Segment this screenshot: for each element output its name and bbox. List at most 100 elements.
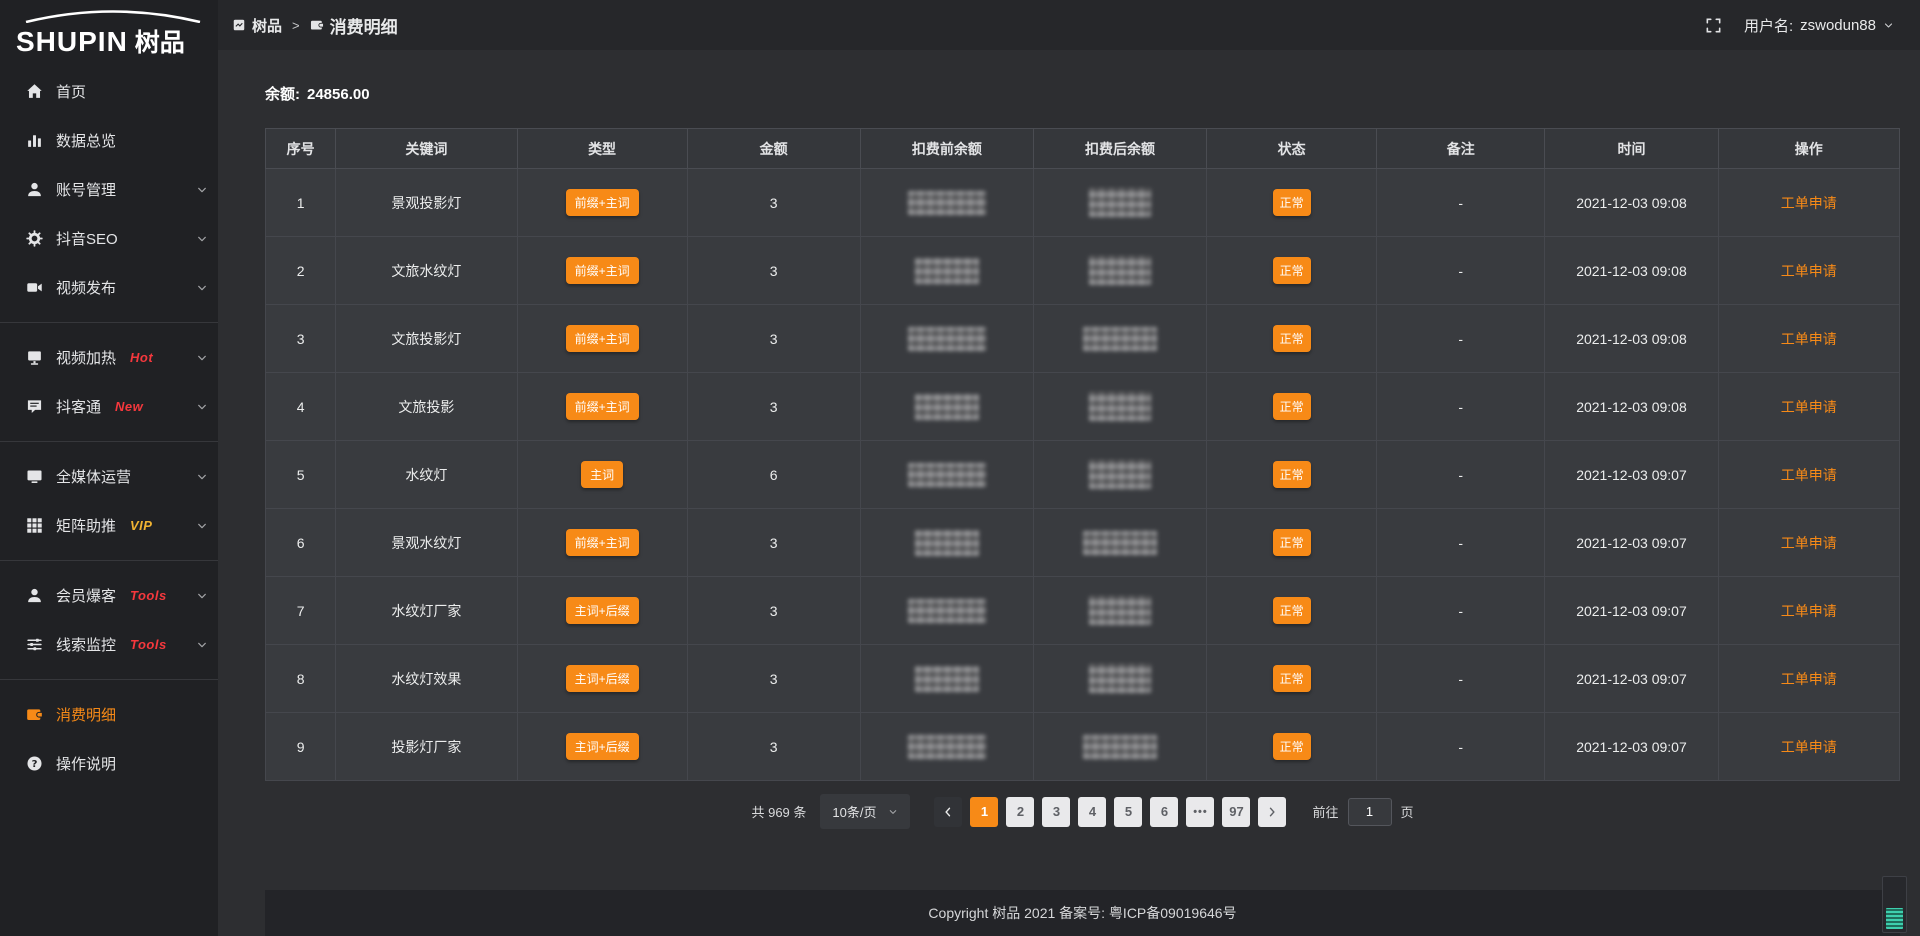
user-icon [26,181,43,198]
type-badge: 前缀+主词 [566,257,639,284]
ticket-request-link[interactable]: 工单申请 [1781,399,1837,415]
ticket-request-link[interactable]: 工单申请 [1781,671,1837,687]
redacted-value [908,327,986,351]
page-button-5[interactable]: 5 [1114,797,1142,827]
redacted-value [1089,188,1151,217]
cell-balance-before [860,577,1033,645]
fullscreen-icon[interactable] [1705,17,1722,34]
chevron-down-icon [196,471,208,483]
column-header-0: 序号 [266,129,336,169]
chevron-down-icon [888,807,898,817]
breadcrumb-item-current[interactable]: 消费明细 [310,13,398,38]
page-size-select[interactable]: 10条/页 [820,794,910,829]
cell-remark: - [1377,577,1545,645]
home-icon [26,83,43,100]
table-row: 5水纹灯主词6正常-2021-12-03 09:07工单申请 [266,441,1900,509]
sidebar-item-seo[interactable]: 抖音SEO [0,214,218,263]
cell-time: 2021-12-03 09:07 [1545,645,1718,713]
cell-amount: 3 [687,577,860,645]
cell-time: 2021-12-03 09:07 [1545,441,1718,509]
ticket-request-link[interactable]: 工单申请 [1781,195,1837,211]
page-button-3[interactable]: 3 [1042,797,1070,827]
cell-balance-after [1033,237,1206,305]
app-icon [232,18,246,32]
redacted-value [908,463,986,487]
page-ellipsis-button[interactable]: ••• [1186,797,1214,827]
table-row: 2文旅水纹灯前缀+主词3正常-2021-12-03 09:08工单申请 [266,237,1900,305]
column-header-7: 备注 [1377,129,1545,169]
next-page-button[interactable] [1258,797,1286,827]
user-menu[interactable]: 用户名: zswodun88 [1744,15,1894,36]
cell-type: 主词+后缀 [517,713,687,781]
sidebar-item-publish[interactable]: 视频发布 [0,263,218,312]
sidebar-item-label: 账号管理 [56,179,116,200]
breadcrumb-item-app[interactable]: 树品 [232,15,282,36]
chevron-down-icon [196,184,208,196]
sidebar-item-clue[interactable]: 线索监控Tools [0,620,218,669]
type-badge: 主词+后缀 [566,597,639,624]
sidebar-item-home[interactable]: 首页 [0,67,218,116]
cell-type: 主词+后缀 [517,645,687,713]
table-row: 9投影灯厂家主词+后缀3正常-2021-12-03 09:07工单申请 [266,713,1900,781]
sidebar-item-label: 线索监控 [56,634,116,655]
cell-keyword: 文旅水纹灯 [336,237,517,305]
breadcrumb-label: 消费明细 [330,13,398,38]
goto-input[interactable] [1348,798,1392,826]
redacted-value [1089,460,1151,489]
cell-index: 6 [266,509,336,577]
page-button-6[interactable]: 6 [1150,797,1178,827]
sidebar-item-account[interactable]: 账号管理 [0,165,218,214]
ticket-request-link[interactable]: 工单申请 [1781,331,1837,347]
pagination: 共 969 条 10条/页 123456•••97 前往 页 [265,794,1900,829]
ticket-request-link[interactable]: 工单申请 [1781,467,1837,483]
cell-amount: 3 [687,373,860,441]
screen-icon [26,349,43,366]
sidebar-item-consume[interactable]: 消费明细 [0,690,218,739]
column-header-8: 时间 [1545,129,1718,169]
cell-amount: 3 [687,509,860,577]
cell-status: 正常 [1207,577,1377,645]
table-row: 7水纹灯厂家主词+后缀3正常-2021-12-03 09:07工单申请 [266,577,1900,645]
ticket-request-link[interactable]: 工单申请 [1781,535,1837,551]
cell-action: 工单申请 [1718,373,1899,441]
sidebar-item-overview[interactable]: 数据总览 [0,116,218,165]
page-button-97[interactable]: 97 [1222,797,1250,827]
chevron-down-icon [1883,20,1894,31]
cell-balance-after [1033,509,1206,577]
scroll-widget[interactable] [1882,876,1907,933]
gear-icon [26,230,43,247]
page-button-2[interactable]: 2 [1006,797,1034,827]
cell-remark: - [1377,305,1545,373]
sidebar-item-member[interactable]: 会员爆客Tools [0,571,218,620]
ticket-request-link[interactable]: 工单申请 [1781,263,1837,279]
sidebar-divider [0,441,218,442]
ticket-request-link[interactable]: 工单申请 [1781,603,1837,619]
type-badge: 前缀+主词 [566,189,639,216]
username-value: zswodun88 [1800,17,1876,34]
sidebar-item-label: 矩阵助推 [56,515,116,536]
column-header-5: 扣费后余额 [1033,129,1206,169]
page-button-1[interactable]: 1 [970,797,998,827]
cell-status: 正常 [1207,441,1377,509]
sidebar-item-heat[interactable]: 视频加热Hot [0,333,218,382]
sidebar-item-media[interactable]: 全媒体运营 [0,452,218,501]
page-button-4[interactable]: 4 [1078,797,1106,827]
chevron-down-icon [196,639,208,651]
chevron-down-icon [196,520,208,532]
main-column: 树品 > 消费明细 用户名: zswodun88 余额:24856.00 [218,0,1920,936]
sidebar-divider [0,560,218,561]
balance-value: 24856.00 [307,86,370,103]
chevron-down-icon [196,352,208,364]
status-badge: 正常 [1273,733,1311,760]
scroll-widget-handle[interactable] [1886,908,1903,929]
cell-time: 2021-12-03 09:07 [1545,577,1718,645]
prev-page-button[interactable] [934,797,962,827]
ticket-request-link[interactable]: 工单申请 [1781,739,1837,755]
sidebar-item-matrix[interactable]: 矩阵助推VIP [0,501,218,550]
sidebar-item-label: 操作说明 [56,753,116,774]
sidebar-item-douketong[interactable]: 抖客通New [0,382,218,431]
cell-balance-after [1033,305,1206,373]
sidebar-item-help[interactable]: ?操作说明 [0,739,218,788]
pager: 123456 ••• 97 [934,797,1286,827]
column-header-1: 关键词 [336,129,517,169]
